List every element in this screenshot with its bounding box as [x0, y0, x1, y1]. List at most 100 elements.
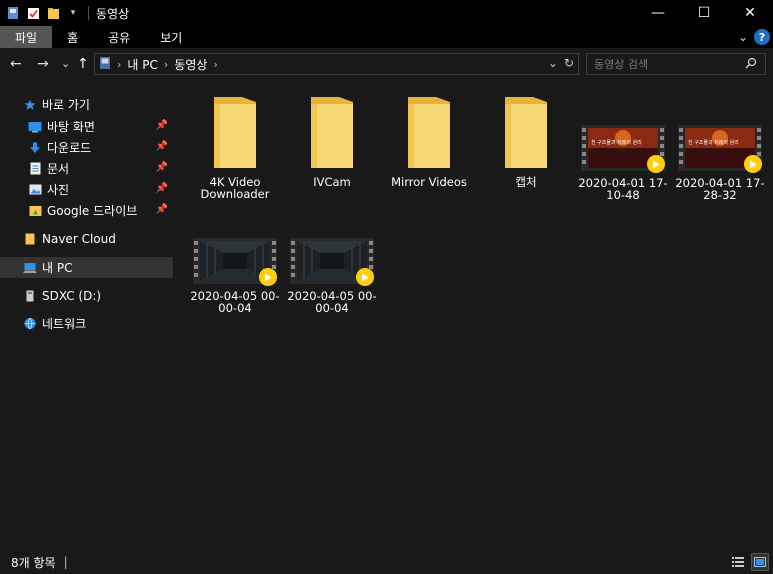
sidebar-item-network[interactable]: 네트워크: [0, 313, 173, 334]
details-view-icon[interactable]: [729, 553, 747, 571]
pin-icon[interactable]: 📌: [156, 120, 168, 131]
title-bar: ▾ 동영상 — ☐ ✕: [0, 0, 773, 26]
folder-icon: [503, 96, 549, 170]
folder-item[interactable]: 4K Video Downloader: [189, 96, 281, 200]
download-arrow-icon: [28, 141, 42, 155]
tab-share[interactable]: 공유: [93, 26, 145, 48]
thumbnail-caption: 천 구조물과 지레의 원리: [688, 140, 739, 146]
computer-icon: [23, 261, 37, 275]
sidebar-item-sdxc-drive[interactable]: SDXC (D:): [0, 285, 173, 306]
video-file-item[interactable]: 2020-04-05 00-00-04: [286, 238, 378, 314]
pin-icon[interactable]: 📌: [156, 162, 168, 173]
sidebar-item-quick-access[interactable]: 바로 가기: [0, 94, 173, 115]
sidebar-item-label: 문서: [47, 162, 70, 176]
pin-icon[interactable]: 📌: [156, 141, 168, 152]
refresh-icon[interactable]: ↻: [564, 56, 574, 70]
sidebar-item-pictures[interactable]: 사진 📌: [0, 179, 173, 200]
sidebar-item-label: 바탕 화면: [47, 120, 95, 134]
breadcrumb-separator[interactable]: ›: [213, 58, 217, 71]
sidebar-item-naver-cloud[interactable]: Naver Cloud: [0, 228, 173, 249]
video-file-item[interactable]: 천 구조물과 지레의 원리 2020-04-01 17-10-48: [577, 125, 669, 201]
help-button[interactable]: ?: [754, 29, 770, 45]
minimize-button[interactable]: —: [635, 0, 681, 26]
play-icon: [647, 155, 665, 173]
properties-icon[interactable]: [26, 6, 40, 20]
window-title: 동영상: [96, 6, 130, 21]
folder-item[interactable]: Mirror Videos: [383, 96, 475, 188]
up-button[interactable]: ↑: [77, 56, 89, 72]
sidebar-item-label: 다운로드: [47, 141, 92, 155]
folder-icon: [309, 96, 355, 170]
recent-locations-button[interactable]: ⌄: [61, 57, 70, 70]
folder-icon: [212, 96, 258, 170]
address-bar[interactable]: › 내 PC › 동영상 › ⌄ ↻: [94, 53, 579, 75]
file-name: Mirror Videos: [391, 175, 467, 189]
sidebar-item-this-pc[interactable]: 내 PC: [0, 257, 173, 278]
forward-button[interactable]: →: [37, 56, 49, 72]
file-name: 2020-04-01 17-10-48: [578, 176, 668, 202]
sidebar-item-label: Naver Cloud: [42, 231, 116, 246]
maximize-button[interactable]: ☐: [681, 0, 727, 26]
breadcrumb-separator[interactable]: ›: [117, 58, 121, 71]
status-bar: 8개 항목 |: [0, 550, 773, 574]
file-list-view: 4K Video Downloader IVCam Mirror Videos …: [173, 82, 773, 550]
search-input[interactable]: [594, 57, 734, 71]
star-icon: [23, 98, 37, 112]
tab-home[interactable]: 홈: [52, 26, 93, 48]
this-pc-small-icon: [99, 56, 111, 73]
folder-icon: [406, 96, 452, 170]
video-thumbnail: 천 구조물과 지레의 원리: [581, 125, 665, 173]
sidebar-item-label: 사진: [47, 183, 70, 197]
sidebar-item-label: SDXC (D:): [42, 288, 102, 303]
back-button[interactable]: ←: [10, 56, 22, 72]
new-folder-icon[interactable]: [46, 6, 60, 20]
sidebar-item-downloads[interactable]: 다운로드 📌: [0, 137, 173, 158]
file-name: 4K Video Downloader: [200, 175, 270, 201]
address-dropdown-icon[interactable]: ⌄: [548, 56, 558, 70]
quick-access-toolbar: ▾ 동영상: [0, 0, 129, 26]
sd-card-icon: [23, 289, 37, 303]
file-name: 2020-04-05 00-00-04: [190, 289, 280, 315]
sidebar-item-desktop[interactable]: 바탕 화면 📌: [0, 116, 173, 137]
file-name: 2020-04-05 00-00-04: [287, 289, 377, 315]
play-icon: [744, 155, 762, 173]
sidebar-item-google-drive[interactable]: Google 드라이브 📌: [0, 200, 173, 221]
search-icon[interactable]: [745, 57, 757, 72]
ribbon-tabs: 파일 홈 공유 보기 ⌄ ?: [0, 26, 773, 48]
pin-icon[interactable]: 📌: [156, 183, 168, 194]
video-thumbnail: 천 구조물과 지레의 원리: [678, 125, 762, 173]
explorer-app-icon[interactable]: [6, 6, 20, 20]
folder-item[interactable]: IVCam: [286, 96, 378, 188]
breadcrumb-this-pc[interactable]: 내 PC: [127, 56, 157, 73]
thumbnail-caption: 천 구조물과 지레의 원리: [591, 140, 642, 146]
navigation-pane: 바로 가기 바탕 화면 📌 다운로드 📌 문서 📌 사진 📌 Google 드라: [0, 82, 173, 550]
tab-file[interactable]: 파일: [0, 26, 53, 48]
video-file-item[interactable]: 2020-04-05 00-00-04: [189, 238, 281, 314]
file-name: 2020-04-01 17-28-32: [675, 176, 765, 202]
address-row: ← → ⌄ ↑ › 내 PC › 동영상 › ⌄ ↻: [0, 48, 773, 82]
folder-icon: [23, 232, 37, 246]
close-button[interactable]: ✕: [727, 0, 773, 26]
breadcrumb-videos[interactable]: 동영상: [174, 56, 207, 73]
customize-toolbar-icon[interactable]: ▾: [66, 6, 80, 20]
play-icon: [356, 268, 374, 286]
large-icons-view-icon[interactable]: [751, 553, 769, 571]
breadcrumb-separator[interactable]: ›: [164, 58, 168, 71]
video-thumbnail: [290, 238, 374, 286]
folder-item[interactable]: 캡처: [480, 96, 572, 188]
sidebar-item-label: 네트워크: [42, 317, 87, 331]
status-divider: |: [63, 555, 68, 569]
video-file-item[interactable]: 천 구조물과 지레의 원리 2020-04-01 17-28-32: [674, 125, 766, 201]
sidebar-item-label: 바로 가기: [42, 98, 90, 112]
search-box[interactable]: [586, 53, 766, 75]
title-separator: [88, 6, 89, 20]
sidebar-item-documents[interactable]: 문서 📌: [0, 158, 173, 179]
sidebar-item-label: Google 드라이브: [47, 204, 138, 218]
tab-view[interactable]: 보기: [145, 26, 197, 48]
item-count: 8개 항목: [11, 555, 56, 570]
google-drive-icon: [28, 204, 42, 218]
expand-ribbon-icon[interactable]: ⌄: [738, 30, 748, 44]
pin-icon[interactable]: 📌: [156, 204, 168, 215]
pictures-icon: [28, 183, 42, 197]
file-name: IVCam: [313, 175, 351, 189]
